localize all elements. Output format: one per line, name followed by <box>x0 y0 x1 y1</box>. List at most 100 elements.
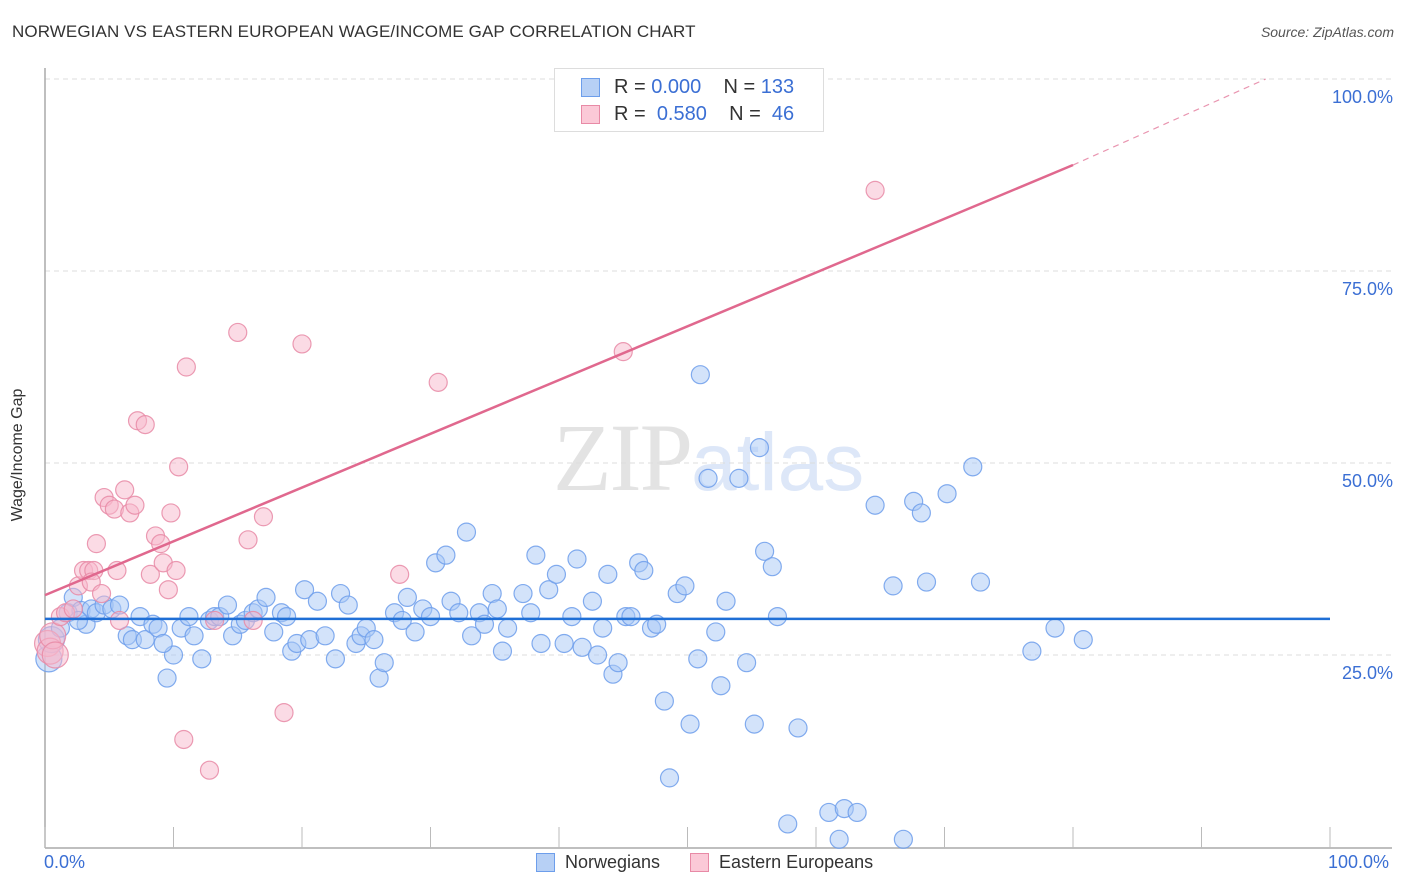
point-norwegians <box>716 591 736 611</box>
point-norwegians <box>307 591 328 611</box>
point-eastern-europeans <box>199 760 220 780</box>
point-eastern-europeans <box>243 610 263 631</box>
point-norwegians <box>531 633 551 654</box>
n-value: 46 <box>771 102 795 125</box>
point-norwegians <box>690 365 710 385</box>
point-norwegians <box>593 618 613 638</box>
point-eastern-europeans <box>274 702 294 723</box>
point-norwegians <box>157 668 177 688</box>
point-norwegians <box>729 468 749 488</box>
point-norwegians <box>829 829 849 849</box>
point-norwegians <box>567 549 587 569</box>
point-norwegians <box>492 641 513 661</box>
point-norwegians <box>788 718 808 738</box>
legend-label: Eastern Europeans <box>719 852 874 872</box>
point-norwegians <box>562 606 582 627</box>
point-eastern-europeans <box>292 334 312 354</box>
series-legend: Norwegians Eastern Europeans <box>536 852 903 873</box>
point-eastern-europeans <box>86 534 107 554</box>
point-norwegians <box>698 468 718 488</box>
point-eastern-europeans <box>166 560 186 581</box>
point-eastern-europeans <box>205 610 225 631</box>
point-norwegians <box>767 606 788 627</box>
point-eastern-europeans <box>41 641 69 669</box>
point-eastern-europeans <box>253 507 274 527</box>
stats-legend-row-eastern-europeans: R = 0.580 N = 46 <box>581 102 794 126</box>
point-norwegians <box>526 545 546 565</box>
point-eastern-europeans <box>865 180 885 200</box>
point-norwegians <box>374 653 394 673</box>
point-eastern-europeans <box>135 415 155 435</box>
stats-legend: R = 0.000 N = 133 R = 0.580 N = 46 <box>554 68 824 132</box>
point-norwegians <box>680 714 700 734</box>
r-label: R = <box>614 75 646 98</box>
point-norwegians <box>654 691 674 711</box>
point-norwegians <box>582 591 603 611</box>
point-norwegians <box>762 557 782 577</box>
point-norwegians <box>420 606 441 627</box>
legend-item-norwegians[interactable]: Norwegians <box>536 852 660 873</box>
point-norwegians <box>893 829 913 849</box>
point-norwegians <box>621 606 641 627</box>
y-tick-label: 50.0% <box>1341 471 1393 491</box>
point-norwegians <box>338 595 358 615</box>
legend-item-eastern-europeans[interactable]: Eastern Europeans <box>690 852 873 873</box>
point-norwegians <box>315 626 335 646</box>
point-norwegians <box>264 622 284 642</box>
point-norwegians <box>1073 630 1093 650</box>
point-eastern-europeans <box>109 610 130 631</box>
point-norwegians <box>587 645 608 665</box>
point-norwegians <box>436 545 456 565</box>
y-axis-label: Wage/Income Gap <box>9 388 26 522</box>
series-norwegians <box>35 365 1093 849</box>
point-eastern-europeans <box>174 729 194 750</box>
point-norwegians <box>405 622 425 642</box>
point-norwegians <box>1022 641 1042 661</box>
point-eastern-europeans <box>169 457 189 477</box>
point-norwegians <box>364 630 384 650</box>
point-norwegians <box>498 618 518 638</box>
point-norwegians <box>456 522 477 542</box>
n-value: 133 <box>760 75 795 98</box>
y-tick-label: 100.0% <box>1331 87 1393 107</box>
point-eastern-europeans <box>428 372 448 392</box>
point-norwegians <box>706 622 726 642</box>
point-norwegians <box>217 595 238 615</box>
norwegians-swatch-icon <box>536 853 555 872</box>
point-norwegians <box>184 626 204 646</box>
point-norwegians <box>513 583 533 604</box>
n-label: N = <box>723 75 756 98</box>
point-eastern-europeans <box>125 495 145 515</box>
x-tick-label-max: 100.0% <box>1328 852 1390 872</box>
stats-legend-row-norwegians: R = 0.000 N = 133 <box>581 75 794 99</box>
point-eastern-europeans <box>158 580 178 600</box>
point-norwegians <box>554 633 574 654</box>
point-norwegians <box>659 768 680 788</box>
eastern-europeans-swatch-icon <box>690 853 710 872</box>
point-eastern-europeans <box>390 564 410 584</box>
point-norwegians <box>192 649 212 669</box>
point-norwegians <box>749 438 770 458</box>
y-tick-label: 75.0% <box>1341 279 1393 299</box>
eastern-europeans-swatch-icon <box>581 104 600 124</box>
point-norwegians <box>634 560 654 581</box>
point-norwegians <box>487 599 507 619</box>
axes <box>44 68 1392 849</box>
point-norwegians <box>276 606 297 627</box>
point-norwegians <box>256 587 276 608</box>
point-norwegians <box>963 457 983 477</box>
point-norwegians <box>937 484 957 504</box>
point-norwegians <box>608 653 628 673</box>
trendline-eastern-europeans-extension <box>1072 78 1266 166</box>
point-eastern-europeans <box>63 599 83 619</box>
trendlines <box>44 78 1330 621</box>
point-norwegians <box>179 606 199 627</box>
point-norwegians <box>598 564 618 584</box>
point-norwegians <box>916 572 937 592</box>
legend-label: Norwegians <box>565 852 661 872</box>
point-eastern-europeans <box>228 322 248 343</box>
r-value: 0.580 <box>656 102 707 125</box>
n-label: N = <box>729 102 761 125</box>
point-norwegians <box>711 676 731 696</box>
point-norwegians <box>688 649 708 669</box>
